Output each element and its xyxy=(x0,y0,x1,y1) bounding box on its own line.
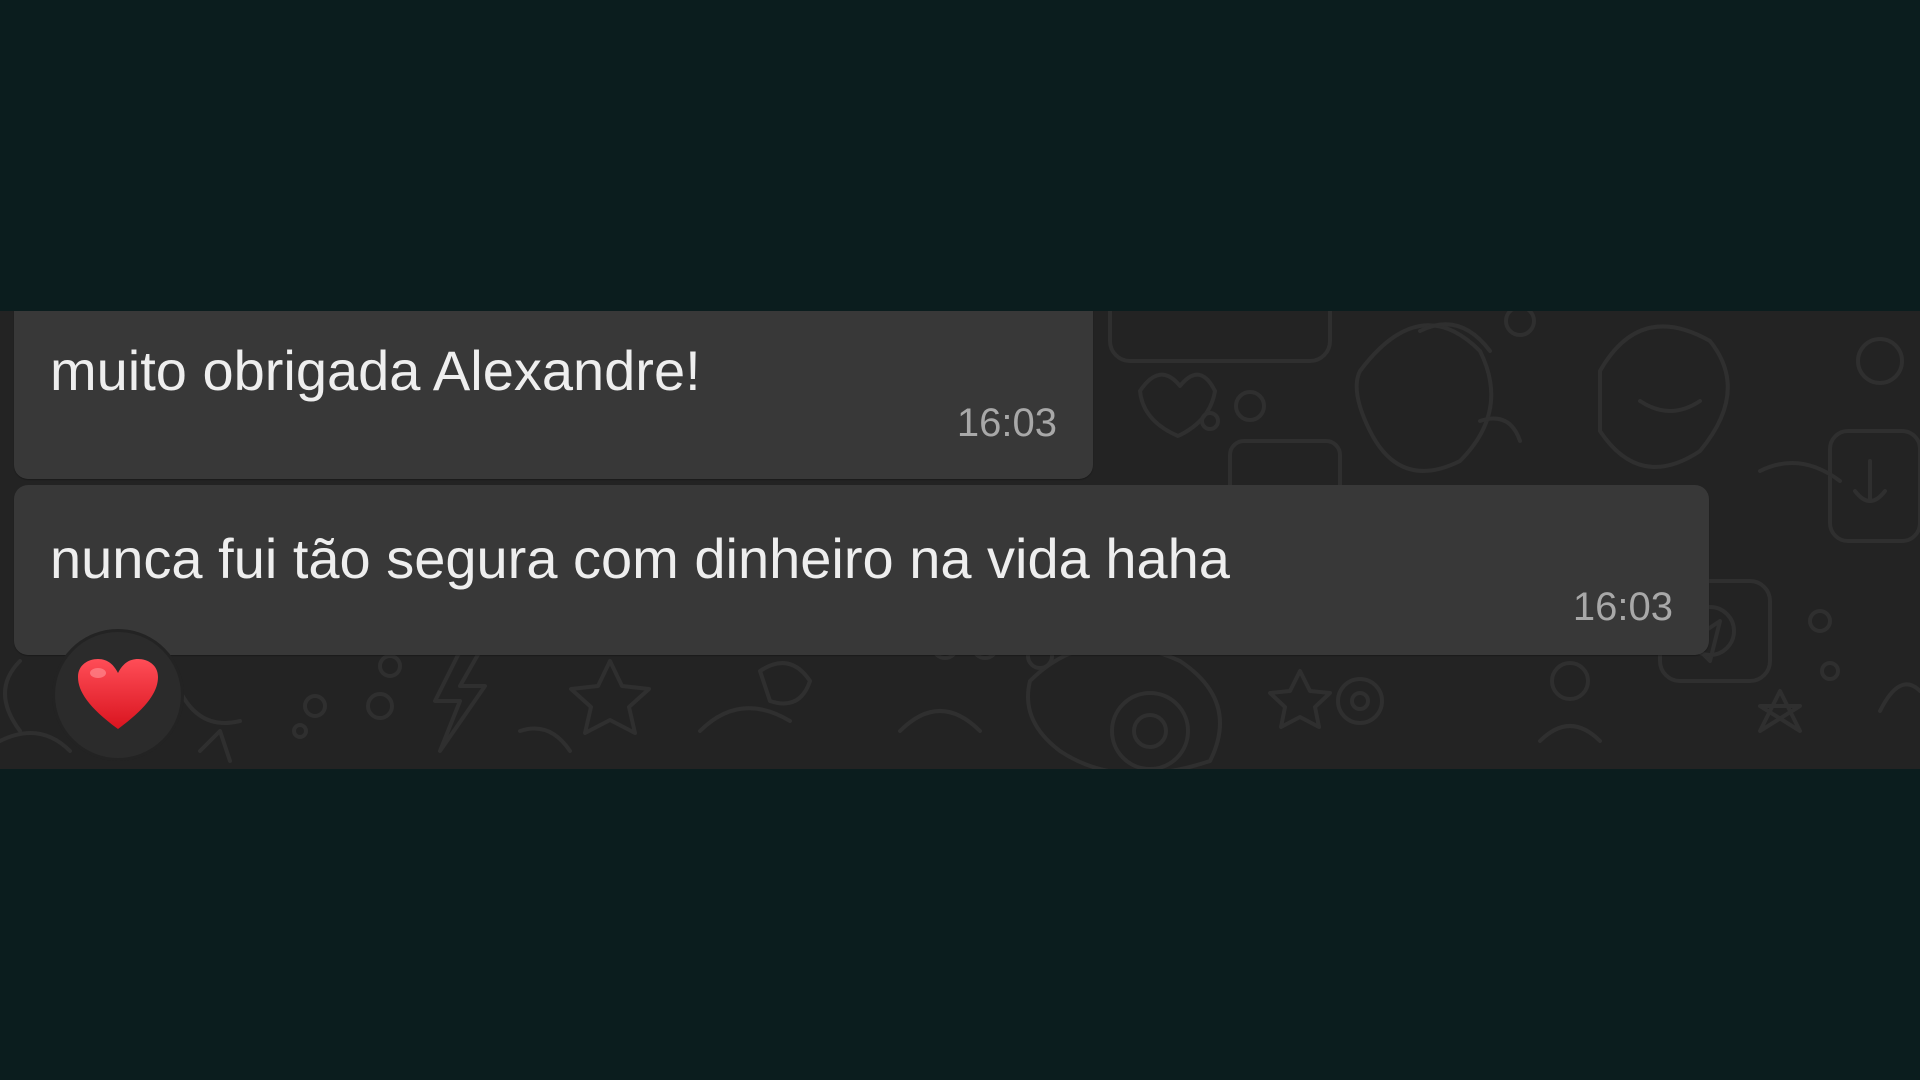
message-bubble[interactable]: muito obrigada Alexandre! 16:03 xyxy=(14,311,1093,479)
chat-area: muito obrigada Alexandre! 16:03 nunca fu… xyxy=(0,311,1920,769)
screenshot-frame: muito obrigada Alexandre! 16:03 nunca fu… xyxy=(0,0,1920,1080)
message-bubble[interactable]: nunca fui tão segura com dinheiro na vid… xyxy=(14,485,1709,655)
message-text: muito obrigada Alexandre! xyxy=(50,339,701,402)
message-text: nunca fui tão segura com dinheiro na vid… xyxy=(50,527,1230,590)
message-timestamp: 16:03 xyxy=(956,401,1057,445)
heart-icon xyxy=(78,659,158,729)
message-timestamp: 16:03 xyxy=(1572,585,1673,629)
message-reaction[interactable] xyxy=(52,629,184,761)
